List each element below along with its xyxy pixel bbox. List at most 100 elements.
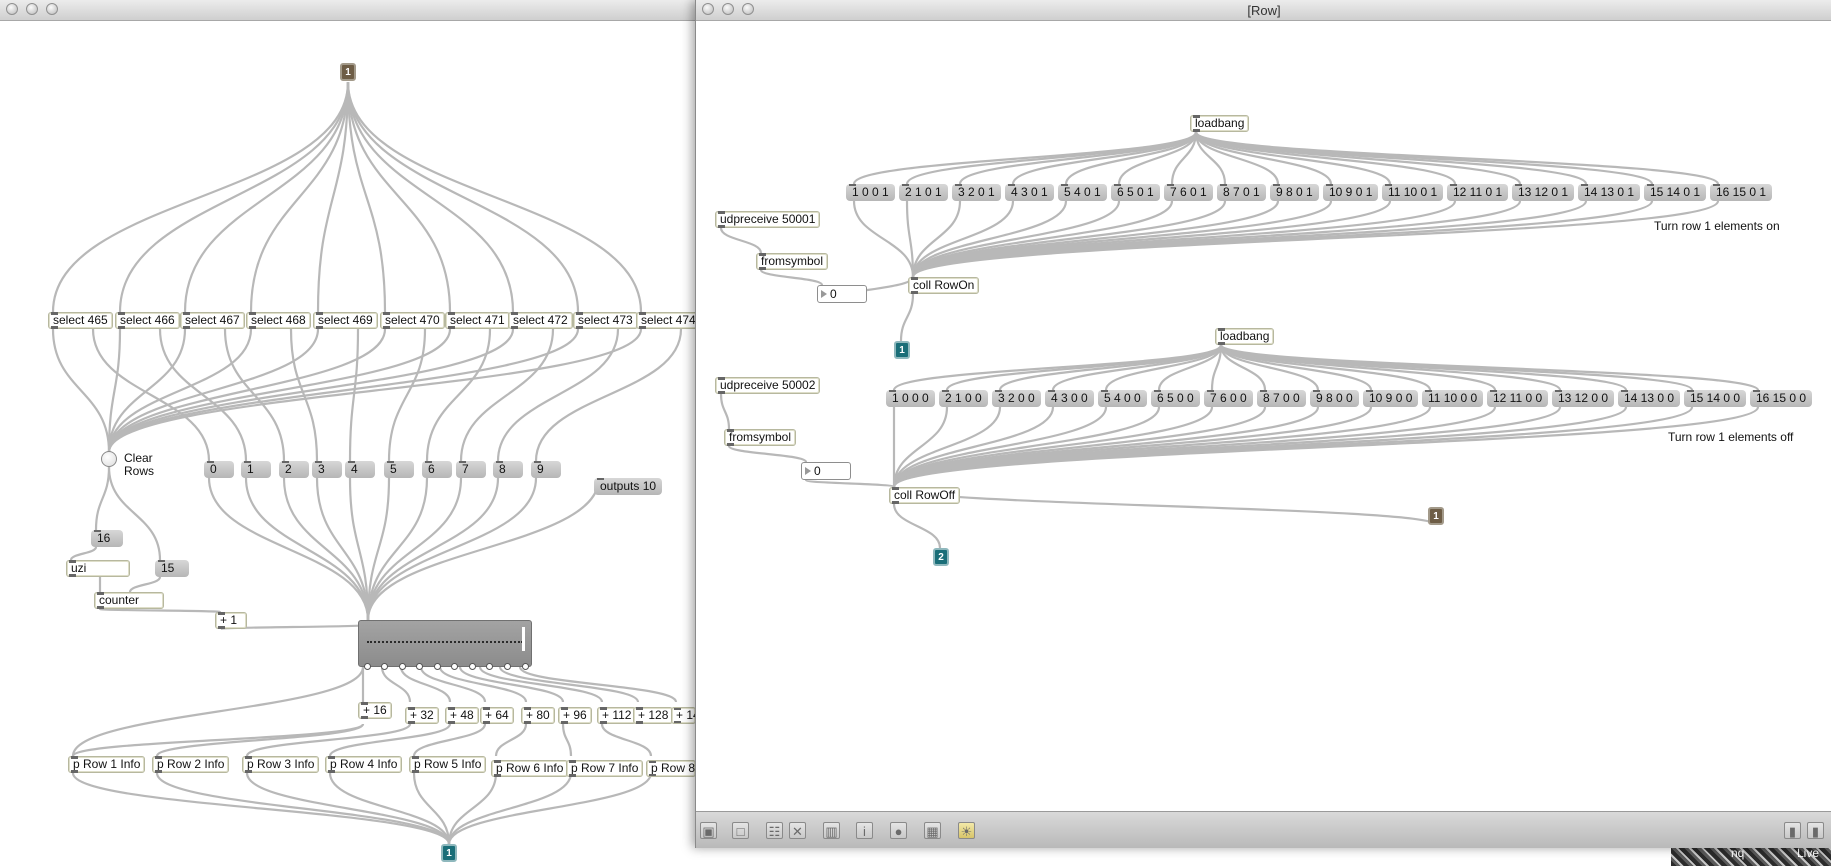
- patcher-icon[interactable]: ☷: [766, 822, 783, 839]
- row-on-message-3[interactable]: 3 2 0 1: [952, 184, 1001, 201]
- row-on-message-4[interactable]: 4 3 0 1: [1005, 184, 1054, 201]
- index-message-3[interactable]: 3: [312, 461, 342, 478]
- select-465-object[interactable]: select 465: [48, 312, 113, 329]
- plus-64-object[interactable]: + 64: [480, 707, 514, 724]
- row-off-message-12[interactable]: 12 11 0 0: [1487, 390, 1549, 407]
- row-3-info-subpatch[interactable]: p Row 3 Info: [242, 756, 320, 773]
- select-472-object[interactable]: select 472: [508, 312, 573, 329]
- left-pane-icon[interactable]: ▮: [1784, 822, 1801, 839]
- bottom-outlet[interactable]: 1: [441, 844, 457, 862]
- coll-rowon-object[interactable]: coll RowOn: [908, 277, 980, 294]
- row-on-message-12[interactable]: 12 11 0 1: [1447, 184, 1509, 201]
- row-on-message-7[interactable]: 7 6 0 1: [1164, 184, 1213, 201]
- select-467-object[interactable]: select 467: [180, 312, 245, 329]
- row-on-message-2[interactable]: 2 1 0 1: [899, 184, 948, 201]
- select-469-object[interactable]: select 469: [313, 312, 378, 329]
- row-on-message-15[interactable]: 15 14 0 1: [1644, 184, 1707, 201]
- udpreceive-50002-object[interactable]: udpreceive 50002: [715, 377, 821, 394]
- right-pane-icon[interactable]: ▮: [1807, 822, 1824, 839]
- plus-96-object[interactable]: + 96: [558, 707, 592, 724]
- clear-rows-button[interactable]: [101, 451, 117, 467]
- row-off-message-16[interactable]: 16 15 0 0: [1750, 390, 1813, 407]
- close-window-button[interactable]: [6, 3, 18, 15]
- index-message-6[interactable]: 6: [422, 461, 452, 478]
- row-1-info-subpatch[interactable]: p Row 1 Info: [68, 756, 146, 773]
- row-off-message-10[interactable]: 10 9 0 0: [1363, 390, 1419, 407]
- counter-object[interactable]: counter: [94, 592, 164, 609]
- row-off-message-3[interactable]: 3 2 0 0: [992, 390, 1041, 407]
- gate-object[interactable]: [358, 620, 532, 670]
- bulb-icon[interactable]: ☀: [958, 822, 975, 839]
- row-on-message-6[interactable]: 6 5 0 1: [1111, 184, 1160, 201]
- row-5-info-subpatch[interactable]: p Row 5 Info: [409, 756, 487, 773]
- row-on-outlet[interactable]: 1: [894, 341, 910, 359]
- row-off-message-14[interactable]: 14 13 0 0: [1618, 390, 1681, 407]
- index-message-8[interactable]: 8: [493, 461, 523, 478]
- plus-48-object[interactable]: + 48: [445, 707, 479, 724]
- index-message-5[interactable]: 5: [384, 461, 414, 478]
- row-on-message-1[interactable]: 1 0 0 1: [846, 184, 895, 201]
- presentation-icon[interactable]: □: [732, 822, 749, 839]
- number-on-box[interactable]: 0: [817, 285, 867, 303]
- index-message-0[interactable]: 0: [204, 461, 234, 478]
- plus-16-object[interactable]: + 16: [358, 702, 392, 719]
- plus-32-object[interactable]: + 32: [405, 707, 439, 724]
- select-468-object[interactable]: select 468: [246, 312, 311, 329]
- row-4-info-subpatch[interactable]: p Row 4 Info: [325, 756, 403, 773]
- plus-112-object[interactable]: + 112: [597, 707, 637, 724]
- row-off-message-7[interactable]: 7 6 0 0: [1204, 390, 1253, 407]
- row-on-message-5[interactable]: 5 4 0 1: [1058, 184, 1107, 201]
- row-off-message-5[interactable]: 5 4 0 0: [1098, 390, 1147, 407]
- number-off-box[interactable]: 0: [801, 462, 851, 480]
- message-15[interactable]: 15: [155, 560, 189, 577]
- snap-grid-icon[interactable]: ▦: [924, 822, 941, 839]
- select-466-object[interactable]: select 466: [115, 312, 180, 329]
- loadbang-off-object[interactable]: loadbang: [1215, 328, 1275, 345]
- message-16[interactable]: 16: [91, 530, 123, 547]
- row-off-inlet[interactable]: 1: [1428, 507, 1444, 525]
- row-off-message-4[interactable]: 4 3 0 0: [1045, 390, 1094, 407]
- row-off-message-8[interactable]: 8 7 0 0: [1257, 390, 1306, 407]
- index-message-4[interactable]: 4: [345, 461, 375, 478]
- index-message-9[interactable]: 9: [531, 461, 561, 478]
- row-off-message-13[interactable]: 13 12 0 0: [1552, 390, 1615, 407]
- plus-1-object[interactable]: + 1: [215, 612, 247, 629]
- row-2-info-subpatch[interactable]: p Row 2 Info: [152, 756, 230, 773]
- fromsymbol-off-object[interactable]: fromsymbol: [724, 429, 797, 446]
- uzi-object[interactable]: uzi: [66, 560, 130, 577]
- select-471-object[interactable]: select 471: [445, 312, 510, 329]
- select-470-object[interactable]: select 470: [380, 312, 445, 329]
- grid-icon[interactable]: ▥: [823, 822, 840, 839]
- row-8-info-subpatch[interactable]: p Row 8: [646, 760, 696, 777]
- row-on-message-11[interactable]: 11 10 0 1: [1382, 184, 1444, 201]
- delete-icon[interactable]: ✕: [789, 822, 806, 839]
- row-off-message-11[interactable]: 11 10 0 0: [1422, 390, 1484, 407]
- row-off-message-9[interactable]: 9 8 0 0: [1310, 390, 1359, 407]
- row-on-message-13[interactable]: 13 12 0 1: [1512, 184, 1575, 201]
- top-inlet[interactable]: 1: [340, 63, 356, 81]
- info-icon[interactable]: i: [856, 822, 873, 839]
- row-off-outlet[interactable]: 2: [933, 548, 949, 566]
- row-on-message-9[interactable]: 9 8 0 1: [1270, 184, 1319, 201]
- row-on-message-14[interactable]: 14 13 0 1: [1578, 184, 1641, 201]
- plus-128-object[interactable]: + 128: [633, 707, 674, 724]
- select-474-object[interactable]: select 474: [636, 312, 701, 329]
- row-on-message-16[interactable]: 16 15 0 1: [1710, 184, 1773, 201]
- lock-icon[interactable]: ▣: [700, 822, 717, 839]
- inspector-icon[interactable]: ●: [890, 822, 907, 839]
- row-off-message-6[interactable]: 6 5 0 0: [1151, 390, 1200, 407]
- minimize-window-button[interactable]: [26, 3, 38, 15]
- index-message-2[interactable]: 2: [279, 461, 309, 478]
- index-message-7[interactable]: 7: [456, 461, 486, 478]
- plus-80-object[interactable]: + 80: [521, 707, 555, 724]
- row-7-info-subpatch[interactable]: p Row 7 Info: [566, 760, 644, 777]
- select-473-object[interactable]: select 473: [573, 312, 638, 329]
- loadbang-on-object[interactable]: loadbang: [1190, 115, 1250, 132]
- index-message-1[interactable]: 1: [241, 461, 271, 478]
- row-on-message-8[interactable]: 8 7 0 1: [1217, 184, 1266, 201]
- zoom-window-button[interactable]: [46, 3, 58, 15]
- row-on-message-10[interactable]: 10 9 0 1: [1323, 184, 1379, 201]
- row-off-message-1[interactable]: 1 0 0 0: [886, 390, 935, 407]
- row-off-message-2[interactable]: 2 1 0 0: [939, 390, 988, 407]
- udpreceive-50001-object[interactable]: udpreceive 50001: [715, 211, 821, 228]
